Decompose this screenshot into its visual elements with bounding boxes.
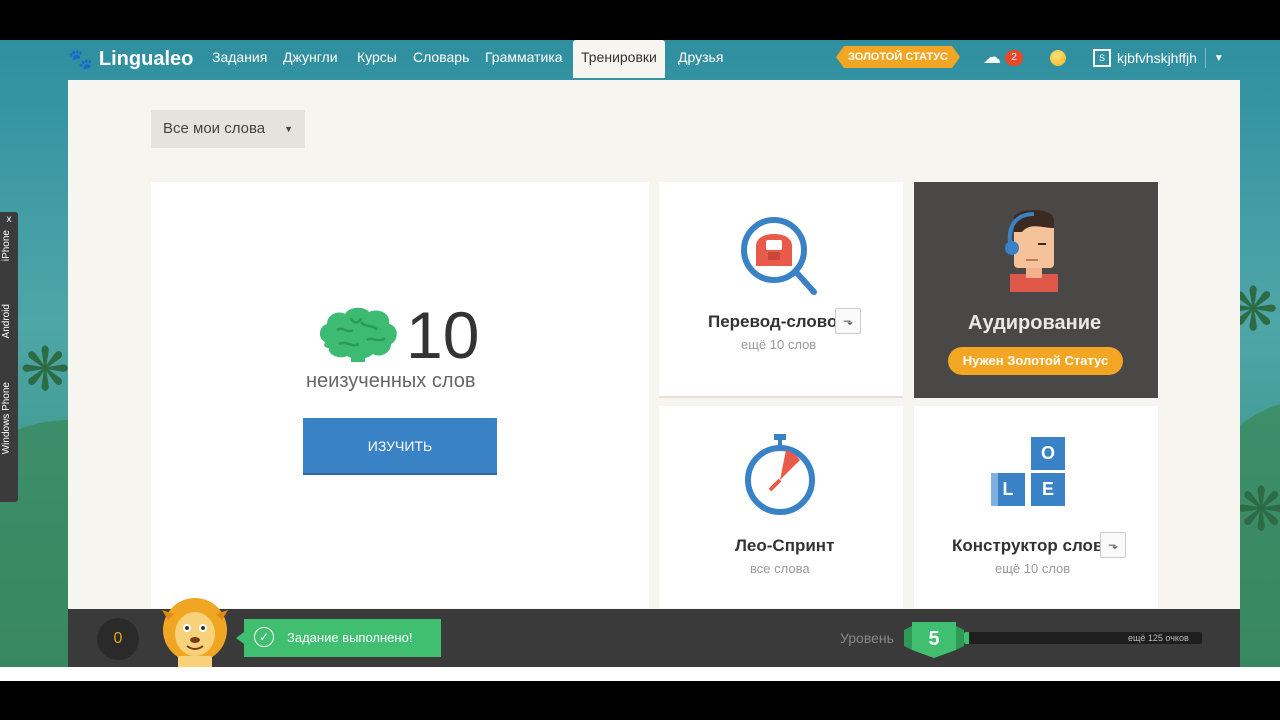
audition-title: Аудирование (968, 312, 1102, 334)
sidebar-close-icon[interactable]: x (0, 214, 18, 228)
letter-tile-o: O (1031, 437, 1065, 470)
notification-count-badge: 2 (1005, 50, 1023, 66)
unlearned-count: 10 (406, 298, 480, 372)
nav-item-friends[interactable]: Друзья (678, 40, 723, 78)
mobile-app-icon[interactable]: ⬎ (1100, 532, 1126, 558)
user-avatar-icon: S (1093, 49, 1111, 67)
sidebar-item-android[interactable]: Android (0, 304, 18, 374)
sidebar-item-windows-phone[interactable]: Windows Phone (0, 382, 18, 482)
user-menu-divider (1204, 48, 1206, 68)
logo-text: Lingualeo (98, 47, 194, 70)
username: kjbfvhskjhffjh (1117, 50, 1197, 66)
palm-tree-decoration: ❋ (1236, 476, 1280, 543)
letter-tile-e-text: E (1041, 479, 1054, 499)
mobile-apps-sidebar: x iPhone Android Windows Phone (0, 212, 18, 502)
gold-status-button[interactable]: ЗОЛОТОЙ СТАТУС (836, 46, 960, 68)
word-constructor-subtitle: ещё 10 слов (995, 561, 1071, 576)
need-gold-status-button[interactable]: Нужен Золотой Статус (948, 347, 1123, 375)
unlearned-label: неизученных слов (306, 370, 476, 392)
nav-item-tasks[interactable]: Задания (212, 40, 267, 78)
nav-item-jungle[interactable]: Джунгли (283, 40, 338, 78)
checkmark-icon: ✓ (254, 627, 274, 647)
notifications-button[interactable]: ☁ 2 (983, 48, 1025, 68)
nav-item-courses[interactable]: Курсы (357, 40, 397, 78)
toast-message: Задание выполнено! (287, 630, 413, 645)
translation-word-subtitle: ещё 10 слов (741, 337, 817, 352)
level-progress-fill (964, 632, 969, 644)
user-menu[interactable]: S kjbfvhskjhffjh ▼ (1093, 48, 1224, 68)
mobile-app-icon[interactable]: ⬎ (835, 308, 861, 334)
level-label: Уровень (840, 630, 894, 646)
word-constructor-title: Конструктор слов (952, 536, 1104, 555)
sidebar-item-iphone[interactable]: iPhone (0, 230, 18, 294)
unlearned-words-card (151, 182, 649, 608)
letter-tile-l-text: L (1002, 479, 1014, 499)
translation-word-title: Перевод-слово (708, 312, 838, 331)
learn-button[interactable]: ИЗУЧИТЬ (303, 418, 497, 475)
leo-lion-mascot[interactable] (158, 596, 232, 667)
words-filter-dropdown[interactable]: Все мои слова ▼ (151, 110, 305, 148)
points-remaining: ещё 125 очков (1128, 633, 1189, 643)
filter-selected-value: Все мои слова (163, 120, 266, 137)
paw-icon: 🐾 (68, 48, 93, 71)
chevron-down-icon[interactable]: ▼ (1214, 53, 1224, 64)
meatballs-coin-icon[interactable] (1050, 50, 1066, 66)
nav-item-dictionary[interactable]: Словарь (413, 40, 469, 78)
lingualeo-logo[interactable]: 🐾 Lingualeo (68, 44, 193, 74)
leo-sprint-subtitle: все слова (750, 561, 810, 576)
leo-notification-icon: ☁ (983, 47, 1001, 67)
stopwatch-icon (745, 434, 815, 515)
letter-tile-o-text: O (1040, 443, 1055, 463)
page-bottom-strip (0, 667, 1280, 681)
leo-sprint-title: Лео-Спринт (735, 536, 835, 555)
windows-phone-label: Windows Phone (1, 382, 12, 455)
letter-tile-e: E (1031, 473, 1065, 506)
letter-tile-l: L (991, 473, 1025, 506)
magnifier-icon (741, 217, 817, 295)
brain-icon (319, 307, 397, 362)
android-label: Android (1, 304, 12, 339)
headphones-person-icon (1005, 210, 1058, 292)
task-completed-toast: ✓ Задание выполнено! (236, 619, 441, 657)
caret-down-icon: ▼ (284, 124, 293, 134)
iphone-label: iPhone (1, 230, 12, 262)
meatballs-score[interactable]: 0 (97, 618, 139, 660)
nav-item-trainings[interactable]: Тренировки (573, 40, 665, 78)
level-number: 5 (928, 628, 940, 650)
palm-tree-decoration: ❋ (20, 336, 71, 403)
nav-item-grammar[interactable]: Грамматика (485, 40, 563, 78)
